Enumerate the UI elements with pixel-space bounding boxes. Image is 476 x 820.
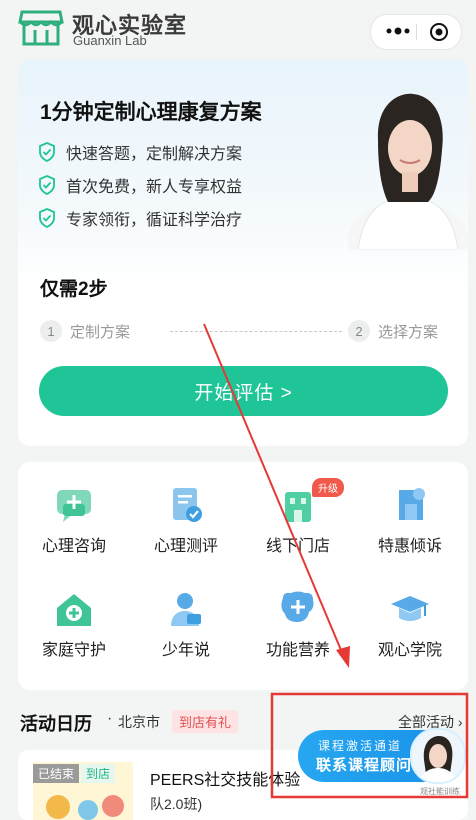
service-nutrition[interactable]: 功能营养 — [242, 566, 354, 662]
course-activation-label: 课程激活通道 — [318, 739, 403, 753]
step-connector — [170, 331, 342, 332]
service-family-care[interactable]: 家庭守护 — [18, 566, 130, 662]
service-offline-store[interactable]: 线下门店 升级 — [242, 462, 354, 558]
top-bar: 观心实验室 Guanxin Lab — [0, 0, 476, 60]
city-selector[interactable]: 北京市 — [118, 712, 160, 732]
puzzle-icon — [399, 488, 425, 520]
feature-label: 专家领衔，循证科学治疗 — [66, 212, 243, 229]
graduation-cap-icon — [391, 596, 429, 621]
hero-title: 1分钟定制心理康复方案 — [40, 101, 262, 124]
assessment-hero-card: 1分钟定制心理康复方案 快速答题，定制解决方案 首次免费，新人专享权益 专家领衔… — [18, 60, 468, 446]
chat-plus-icon — [57, 490, 91, 522]
step-2: 2 选择方案 — [348, 320, 438, 342]
service-discount-talk[interactable]: 特惠倾诉 — [354, 462, 466, 558]
clipboard-check-icon — [173, 488, 202, 522]
step-label: 定制方案 — [70, 323, 131, 341]
store-gift-tag: 到店有礼 — [172, 710, 239, 733]
service-label: 观心学院 — [377, 642, 442, 659]
service-counseling[interactable]: 心理咨询 — [18, 462, 130, 558]
step-label: 选择方案 — [378, 323, 439, 341]
brain-plus-icon — [281, 591, 314, 622]
feature-label: 首次免费，新人专享权益 — [66, 179, 243, 196]
separator-dot: · — [107, 710, 113, 727]
more-dots-icon[interactable] — [385, 23, 411, 39]
mini-program-capsule — [370, 14, 462, 50]
step-number: 1 — [40, 320, 62, 342]
feature-label: 快速答题，定制解决方案 — [66, 146, 243, 163]
service-label: 家庭守护 — [41, 642, 106, 659]
shield-check-icon — [39, 142, 55, 162]
contact-advisor-label: 联系课程顾问 — [316, 757, 413, 774]
step-number: 2 — [348, 320, 370, 342]
service-academy[interactable]: 观心学院 — [354, 566, 466, 662]
avatar-caption: 观社能训练 — [420, 787, 460, 796]
upgrade-badge: 升级 — [312, 478, 344, 497]
expert-portrait — [348, 93, 468, 250]
service-label: 线下门店 — [265, 538, 330, 555]
activity-title: 活动日历 — [20, 714, 92, 734]
service-youth-talk[interactable]: 少年说 — [130, 566, 242, 662]
services-grid: 心理咨询 心理测评 线下门店 升级 特惠倾诉 家庭守护 少年说 功能营养 观心学… — [18, 462, 468, 690]
event-title: PEERS社交技能体验 — [150, 772, 301, 789]
service-label: 心理咨询 — [41, 538, 106, 555]
service-label: 心理测评 — [153, 538, 218, 555]
target-circle-icon[interactable] — [429, 22, 449, 42]
shield-check-icon — [39, 175, 55, 195]
step-1: 1 定制方案 — [40, 320, 130, 342]
start-assessment-button[interactable]: 开始评估 > — [39, 366, 448, 416]
advisor-avatar[interactable] — [410, 728, 466, 784]
feature-item: 快速答题，定制解决方案 — [38, 141, 242, 163]
event-subtitle: 队2.0班) — [150, 796, 203, 812]
store-logo-icon — [18, 10, 64, 46]
service-label: 少年说 — [161, 642, 210, 659]
feature-item: 专家领衔，循证科学治疗 — [38, 207, 242, 229]
capsule-divider — [416, 24, 417, 40]
house-cross-icon — [57, 594, 91, 626]
shield-check-icon — [39, 208, 55, 228]
person-icon — [171, 593, 201, 626]
ended-tag: 已结束 — [33, 764, 80, 783]
in-store-tag: 到店 — [81, 764, 116, 783]
service-label: 特惠倾诉 — [377, 538, 442, 555]
service-assessment[interactable]: 心理测评 — [130, 462, 242, 558]
brand-name-en: Guanxin Lab — [73, 33, 147, 48]
service-label: 功能营养 — [265, 642, 330, 659]
steps-title: 仅需2步 — [40, 279, 108, 300]
feature-item: 首次免费，新人专享权益 — [38, 174, 242, 196]
